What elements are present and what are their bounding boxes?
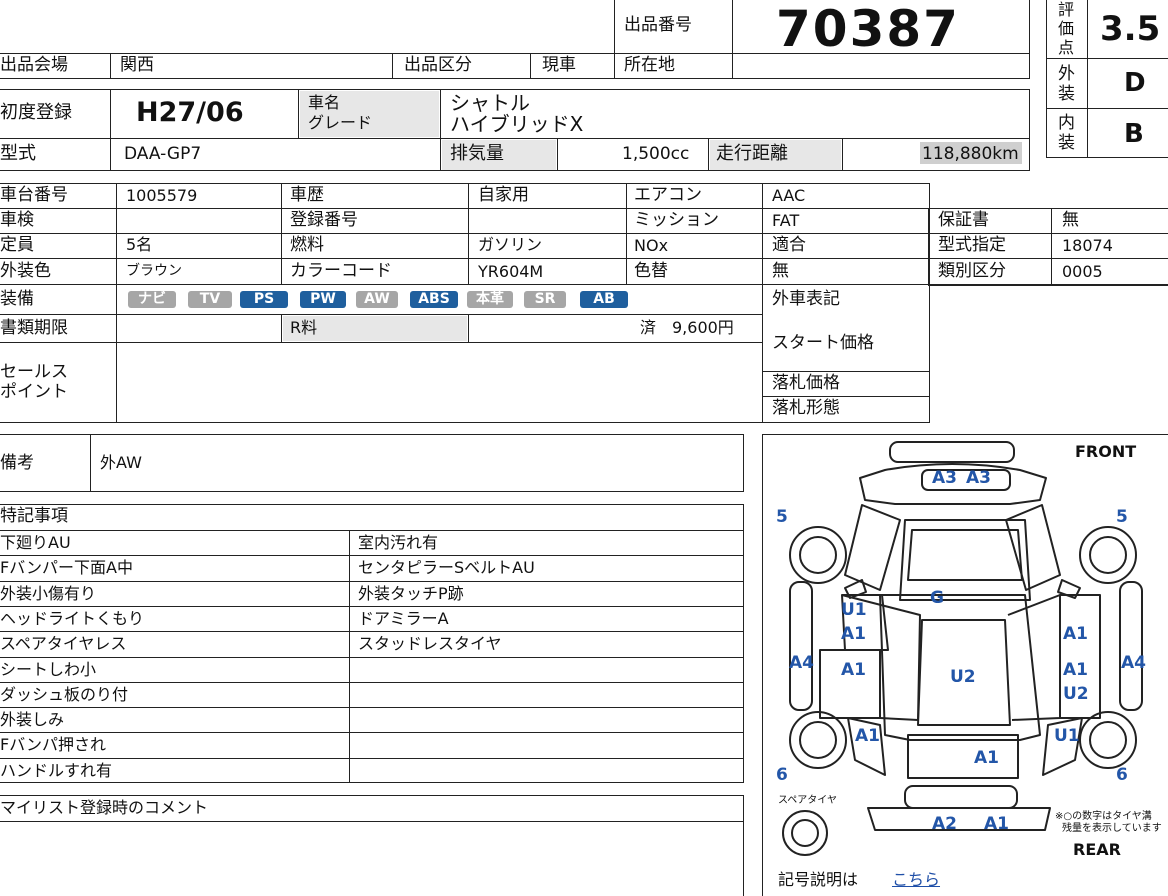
mark-left-rear-fender: A1: [855, 726, 880, 746]
mark-left-front-door-1: U1: [841, 600, 867, 620]
tread-rear-left: 6: [776, 765, 788, 785]
mark-trunk: A1: [974, 748, 999, 768]
mark-rear-bumper-1: A2: [932, 814, 957, 834]
legend-link[interactable]: こちら: [892, 872, 940, 888]
legend-text: 記号説明は: [778, 870, 859, 889]
tread-note-2: 残量を表示しています: [1062, 823, 1162, 834]
spare-tire-label: スペアタイヤ: [778, 795, 837, 806]
tread-rear-right: 6: [1116, 765, 1128, 785]
mark-left-sill: A4: [789, 653, 814, 673]
mark-rear-bumper-2: A1: [984, 814, 1009, 834]
tread-note-1: ※○の数字はタイヤ溝: [1055, 811, 1152, 822]
mark-front-bumper-2: A3: [966, 468, 991, 488]
mark-left-front-door-2: A1: [841, 624, 866, 644]
mark-left-rear-door: A1: [841, 660, 866, 680]
mark-glass: G: [930, 588, 944, 608]
mark-right-sill: A4: [1121, 653, 1146, 673]
tread-front-left: 5: [776, 507, 788, 527]
mark-right-rear-fender: U1: [1054, 726, 1080, 746]
mark-right-rear-door-2: U2: [1063, 684, 1089, 704]
mark-roof: U2: [950, 667, 976, 687]
mark-right-rear-door-1: A1: [1063, 660, 1088, 680]
mark-front-bumper-1: A3: [932, 468, 957, 488]
tread-front-right: 5: [1116, 507, 1128, 527]
mark-right-front-door: A1: [1063, 624, 1088, 644]
